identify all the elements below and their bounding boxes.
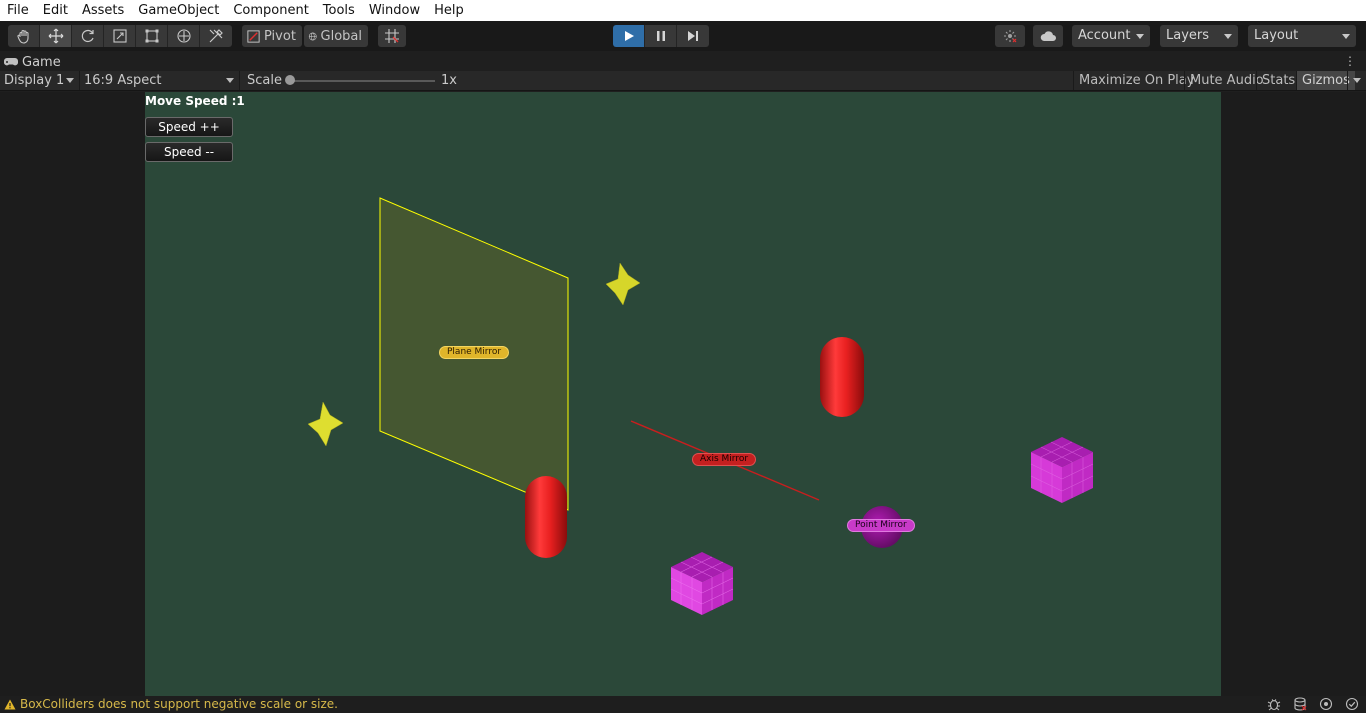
play-button[interactable]	[613, 25, 645, 47]
star-upper[interactable]	[605, 262, 641, 306]
layers-dropdown[interactable]: Layers	[1160, 25, 1238, 47]
chevron-down-icon	[1136, 34, 1144, 39]
stats-toggle[interactable]: Stats	[1256, 71, 1300, 90]
tab-game[interactable]: Game	[4, 53, 61, 71]
scale-slider-thumb[interactable]	[285, 75, 295, 85]
scale-tool-icon	[112, 29, 127, 43]
hand-tool-icon	[16, 29, 29, 44]
tab-game-label: Game	[22, 54, 61, 70]
plane-mirror-label: Plane Mirror	[439, 346, 510, 359]
move-tool-icon	[48, 28, 63, 44]
speed-up-button[interactable]: Speed ++	[145, 117, 233, 137]
account-dropdown[interactable]: Account	[1072, 25, 1150, 47]
collab-icon	[1004, 30, 1017, 43]
layout-label: Layout	[1254, 28, 1299, 43]
debug-icon[interactable]	[1267, 697, 1281, 711]
gizmos-dropdown[interactable]	[1347, 71, 1366, 90]
cube-bottom[interactable]	[670, 552, 734, 615]
pivot-label: Pivot	[264, 28, 296, 44]
menu-help[interactable]: Help	[427, 0, 471, 21]
aspect-label: 16:9 Aspect	[84, 73, 162, 88]
rotate-tool-icon	[81, 29, 94, 43]
play-icon	[624, 31, 634, 41]
menu-window[interactable]: Window	[362, 0, 427, 21]
divider	[239, 71, 240, 90]
menu-component[interactable]: Component	[226, 0, 315, 21]
menu-tools[interactable]: Tools	[316, 0, 362, 21]
grid-snap-button[interactable]	[378, 25, 406, 47]
chevron-down-icon	[1353, 78, 1361, 83]
move-tool-button[interactable]	[40, 25, 72, 47]
menu-file[interactable]: File	[0, 0, 36, 21]
account-label: Account	[1078, 28, 1131, 43]
step-icon	[688, 31, 698, 41]
display-label: Display 1	[4, 73, 65, 88]
layers-label: Layers	[1166, 28, 1210, 43]
pause-button[interactable]	[645, 25, 677, 47]
custom-tool-icon	[209, 29, 223, 43]
scale-label: Scale	[247, 73, 282, 88]
speed-down-button[interactable]: Speed --	[145, 142, 233, 162]
axis-mirror-label: Axis Mirror	[692, 453, 757, 466]
rect-tool-icon	[145, 29, 158, 43]
maximize-on-play-toggle[interactable]: Maximize On Play	[1073, 71, 1199, 90]
cloud-icon	[1040, 31, 1056, 41]
scale-tool-button[interactable]	[104, 25, 136, 47]
pause-icon	[656, 31, 665, 41]
menu-edit[interactable]: Edit	[36, 0, 75, 21]
game-viewport[interactable]: Move Speed :1 Speed ++ Speed -- Plane Mi…	[145, 92, 1221, 696]
move-speed-label: Move Speed :1	[145, 94, 245, 108]
chevron-down-icon	[66, 78, 74, 83]
display-dropdown[interactable]: Display 1	[0, 71, 78, 90]
chevron-down-icon	[1342, 34, 1350, 39]
pivot-toggle[interactable]: Pivot	[242, 25, 302, 47]
globe-icon	[308, 32, 317, 40]
chevron-down-icon	[1224, 34, 1232, 39]
transform-tool-icon	[176, 29, 191, 43]
cube-right[interactable]	[1030, 437, 1094, 503]
menu-assets[interactable]: Assets	[75, 0, 131, 21]
aspect-dropdown[interactable]: 16:9 Aspect	[80, 71, 238, 90]
point-mirror-label: Point Mirror	[847, 519, 915, 532]
transform-tool-button[interactable]	[168, 25, 200, 47]
star-left[interactable]	[307, 401, 344, 447]
transform-tools	[8, 25, 232, 47]
scale-slider-track[interactable]	[287, 80, 435, 82]
status-bar: BoxColliders does not support negative s…	[0, 696, 1366, 713]
rotate-tool-button[interactable]	[72, 25, 104, 47]
cache-server-icon[interactable]	[1293, 697, 1307, 711]
menu-gameobject[interactable]: GameObject	[131, 0, 226, 21]
warning-icon	[4, 699, 16, 710]
tab-bar: Game ⋮	[0, 51, 1366, 71]
game-view-toolbar: Display 1 16:9 Aspect Scale 1x Maximize …	[0, 71, 1366, 91]
rect-tool-button[interactable]	[136, 25, 168, 47]
hand-tool-button[interactable]	[8, 25, 40, 47]
gamepad-icon	[4, 58, 18, 66]
pivot-icon	[247, 29, 260, 43]
layout-dropdown[interactable]: Layout	[1248, 25, 1356, 47]
collab-button[interactable]	[995, 25, 1025, 47]
custom-tool-button[interactable]	[200, 25, 232, 47]
main-toolbar: Pivot Global Account Layers Layout	[0, 21, 1366, 51]
menu-bar: File Edit Assets GameObject Component To…	[0, 0, 1366, 21]
scene-render	[307, 197, 1094, 615]
play-controls	[613, 25, 709, 47]
step-button[interactable]	[677, 25, 709, 47]
global-toggle[interactable]: Global	[304, 25, 368, 47]
capsule-lower[interactable]	[525, 476, 567, 558]
grid-snap-icon	[385, 29, 399, 43]
more-options-icon[interactable]: ⋮	[1344, 54, 1356, 68]
progress-icon[interactable]	[1319, 697, 1333, 711]
check-circle-icon[interactable]	[1345, 697, 1359, 711]
console-message-text: BoxColliders does not support negative s…	[20, 697, 338, 711]
capsule-upper[interactable]	[820, 337, 864, 417]
scale-value: 1x	[441, 73, 457, 88]
global-label: Global	[320, 28, 362, 44]
cloud-button[interactable]	[1033, 25, 1063, 47]
console-message[interactable]: BoxColliders does not support negative s…	[4, 696, 338, 713]
chevron-down-icon	[226, 78, 234, 83]
